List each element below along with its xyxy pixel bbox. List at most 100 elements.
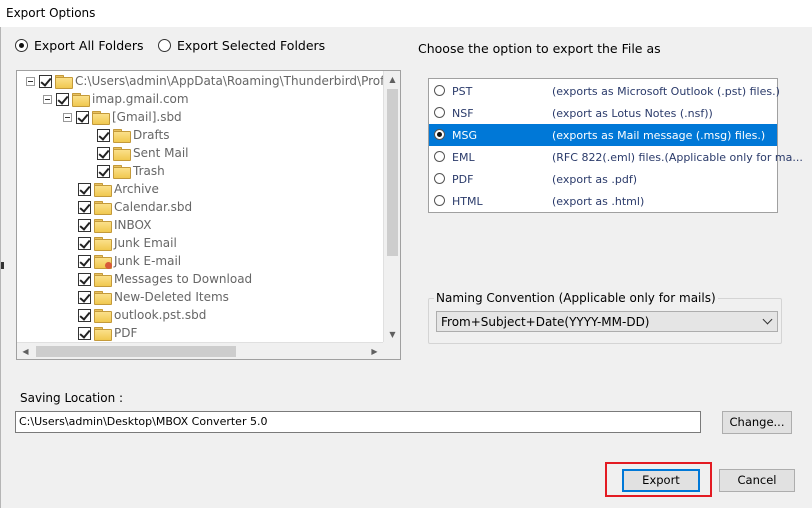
saving-location-input[interactable]: C:\Users\admin\Desktop\MBOX Converter 5.…	[15, 411, 701, 433]
format-radio-pst[interactable]	[434, 85, 445, 96]
tree-node-drafts[interactable]: Drafts	[97, 127, 170, 143]
tree-horizontal-scroll-thumb[interactable]	[36, 346, 236, 357]
tree-node-outlook-pst-sbd[interactable]: outlook.pst.sbd	[78, 307, 206, 323]
chevron-down-icon[interactable]	[762, 314, 773, 325]
format-name: EML	[452, 151, 475, 164]
format-radio-html[interactable]	[434, 195, 445, 206]
tree-node-checkbox[interactable]	[56, 92, 69, 106]
tree-node-label: Junk Email	[114, 236, 177, 250]
export-format-list[interactable]: PST (exports as Microsoft Outlook (.pst)…	[428, 78, 803, 213]
format-option-html[interactable]: HTML (export as .html)	[429, 190, 777, 212]
tree-node-new-deleted-items[interactable]: New-Deleted Items	[78, 289, 229, 305]
tree-node-checkbox[interactable]	[78, 272, 91, 286]
format-radio-pdf[interactable]	[434, 173, 445, 184]
tree-vertical-scroll-thumb[interactable]	[387, 89, 398, 256]
scrollbar-corner	[383, 342, 400, 359]
folder-icon	[94, 291, 112, 305]
tree-node-label: INBOX	[114, 218, 152, 232]
tree-node-imap-account[interactable]: imap.gmail.com	[43, 91, 189, 107]
tree-node-checkbox[interactable]	[78, 200, 91, 214]
export-selected-folders-radio[interactable]	[158, 39, 171, 52]
format-description: (RFC 822(.eml) files.(Applicable only fo…	[552, 151, 803, 164]
tree-node-checkbox[interactable]	[97, 128, 110, 142]
tree-node-checkbox[interactable]	[78, 308, 91, 322]
tree-node-label: Sent Mail	[133, 146, 189, 160]
tree-node-archive[interactable]: Archive	[78, 181, 159, 197]
format-option-pst[interactable]: PST (exports as Microsoft Outlook (.pst)…	[429, 80, 780, 102]
tree-node-trash[interactable]: Trash	[97, 163, 165, 179]
format-description: (exports as Mail message (.msg) files.)	[552, 129, 766, 142]
tree-node-checkbox[interactable]	[78, 290, 91, 304]
tree-node-checkbox[interactable]	[78, 254, 91, 268]
folder-tree-viewport: C:\Users\admin\AppData\Roaming\Thunderbi…	[17, 71, 383, 343]
tree-node-label: Junk E-mail	[114, 254, 182, 268]
cancel-button[interactable]: Cancel	[719, 469, 795, 492]
tree-node-label: Archive	[114, 182, 159, 196]
folder-icon	[94, 201, 112, 215]
edge-marker	[1, 262, 4, 269]
format-option-pdf[interactable]: PDF (export as .pdf)	[429, 168, 777, 190]
export-all-folders-label: Export All Folders	[34, 38, 144, 53]
format-description: (exports as Microsoft Outlook (.pst) fil…	[552, 85, 780, 98]
folder-icon	[94, 309, 112, 323]
tree-node-messages-to-download[interactable]: Messages to Download	[78, 271, 252, 287]
export-format-heading: Choose the option to export the File as	[418, 41, 661, 56]
account-folder-icon	[72, 93, 90, 107]
tree-node-gmail-sbd[interactable]: [Gmail].sbd	[63, 109, 182, 125]
title-bar: Export Options	[0, 0, 812, 27]
tree-node-label: outlook.pst.sbd	[114, 308, 207, 322]
folder-icon	[94, 219, 112, 233]
tree-node-checkbox[interactable]	[76, 110, 89, 124]
format-option-eml[interactable]: EML (RFC 822(.eml) files.(Applicable onl…	[429, 146, 803, 168]
scroll-left-icon[interactable]: ◀	[17, 343, 34, 360]
format-radio-eml[interactable]	[434, 151, 445, 162]
collapse-icon[interactable]	[43, 94, 52, 104]
format-name: HTML	[452, 195, 483, 208]
tree-node-pdf[interactable]: PDF	[78, 325, 137, 341]
drafts-folder-icon	[113, 129, 131, 143]
export-selected-folders-label: Export Selected Folders	[177, 38, 326, 53]
scroll-down-icon[interactable]: ▼	[384, 326, 401, 343]
tree-node-checkbox[interactable]	[78, 182, 91, 196]
format-description: (export as .pdf)	[552, 173, 638, 186]
tree-node-label: C:\Users\admin\AppData\Roaming\Thunderbi…	[75, 74, 383, 88]
export-all-folders-radio[interactable]	[15, 39, 28, 52]
tree-node-checkbox[interactable]	[97, 164, 110, 178]
folder-icon	[94, 327, 112, 341]
tree-vertical-scrollbar[interactable]: ▲ ▼	[383, 71, 400, 343]
tree-node-profile-root[interactable]: C:\Users\admin\AppData\Roaming\Thunderbi…	[26, 73, 383, 89]
format-option-nsf[interactable]: NSF (export as Lotus Notes (.nsf))	[429, 102, 777, 124]
tree-horizontal-scrollbar[interactable]: ◀ ▶	[17, 342, 383, 359]
collapse-icon[interactable]	[63, 112, 72, 122]
tree-node-checkbox[interactable]	[78, 236, 91, 250]
tree-node-label: Messages to Download	[114, 272, 253, 286]
tree-node-checkbox[interactable]	[97, 146, 110, 160]
tree-node-label: Drafts	[133, 128, 170, 142]
format-name: NSF	[452, 107, 474, 120]
export-highlight-box	[605, 462, 712, 497]
folder-tree[interactable]: C:\Users\admin\AppData\Roaming\Thunderbi…	[16, 70, 401, 360]
tree-node-junk-email[interactable]: Junk Email	[78, 235, 177, 251]
junk-badge-icon	[105, 262, 112, 269]
scroll-up-icon[interactable]: ▲	[384, 71, 401, 88]
format-radio-msg[interactable]	[434, 129, 445, 140]
tree-node-sent-mail[interactable]: Sent Mail	[97, 145, 189, 161]
tree-node-inbox[interactable]: INBOX	[78, 217, 151, 233]
scroll-right-icon[interactable]: ▶	[366, 343, 383, 360]
change-location-button[interactable]: Change...	[722, 411, 792, 434]
collapse-icon[interactable]	[26, 76, 35, 86]
folder-icon	[113, 165, 131, 179]
tree-node-checkbox[interactable]	[78, 326, 91, 340]
naming-convention-select[interactable]: From+Subject+Date(YYYY-MM-DD)	[436, 311, 778, 332]
export-selected-folders-option[interactable]: Export Selected Folders	[158, 38, 325, 53]
junk-folder-icon	[94, 255, 112, 269]
format-option-msg[interactable]: MSG (exports as Mail message (.msg) file…	[429, 124, 777, 146]
format-radio-nsf[interactable]	[434, 107, 445, 118]
tree-node-junk-e-mail[interactable]: Junk E-mail	[78, 253, 181, 269]
export-all-folders-option[interactable]: Export All Folders	[15, 38, 144, 53]
window-title: Export Options	[6, 6, 96, 20]
tree-node-checkbox[interactable]	[78, 218, 91, 232]
tree-node-checkbox[interactable]	[39, 74, 52, 88]
format-name: MSG	[452, 129, 477, 142]
tree-node-calendar-sbd[interactable]: Calendar.sbd	[78, 199, 192, 215]
